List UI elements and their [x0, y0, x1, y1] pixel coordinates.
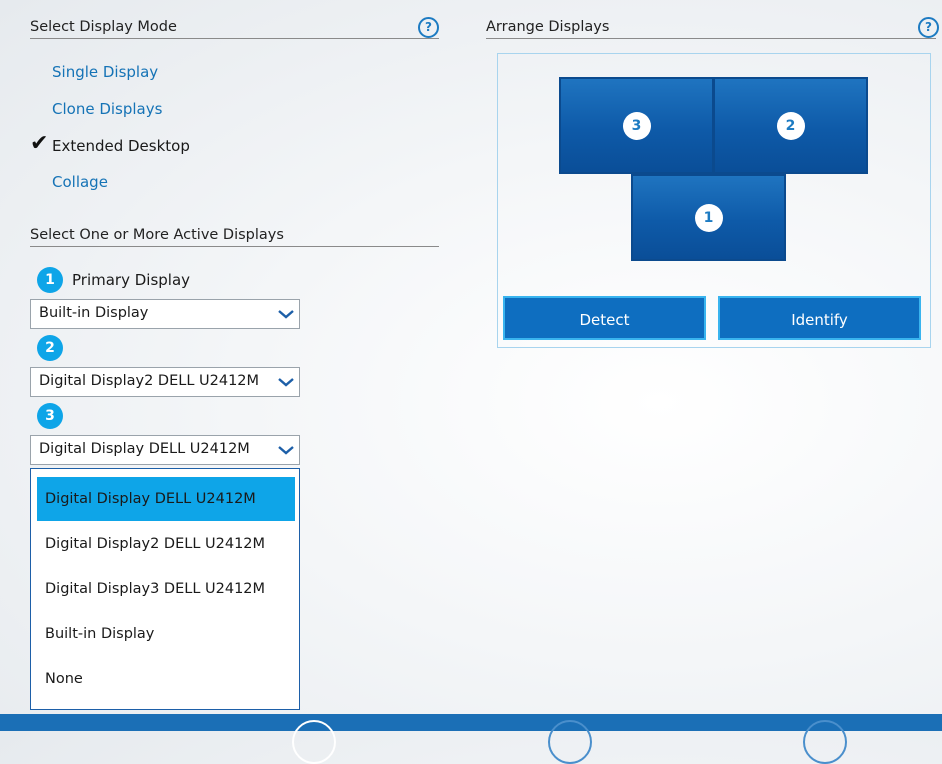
nav-circle-icon[interactable]	[292, 720, 336, 764]
nav-circle-icon[interactable]	[803, 720, 847, 764]
active-displays-title: Select One or More Active Displays	[30, 227, 439, 247]
mode-collage[interactable]: Collage	[52, 173, 108, 191]
mode-extended-desktop[interactable]: Extended Desktop	[52, 137, 190, 155]
display-3-dropdown-list: Digital Display DELL U2412M Digital Disp…	[30, 468, 300, 710]
bottom-navigation-bar	[0, 714, 942, 764]
display-badge-1: 1	[37, 267, 63, 293]
mode-single-display[interactable]: Single Display	[52, 63, 158, 81]
detect-button[interactable]: Detect	[503, 296, 706, 340]
display-2-value: Digital Display2 DELL U2412M	[39, 373, 260, 389]
mode-clone-displays[interactable]: Clone Displays	[52, 100, 162, 118]
monitor-3-number: 3	[622, 111, 651, 140]
arrange-displays-title: Arrange Displays	[486, 19, 936, 39]
chevron-down-icon	[278, 446, 294, 455]
display-2-select[interactable]: Digital Display2 DELL U2412M	[30, 367, 300, 397]
checkmark-icon: ✔	[30, 131, 49, 156]
dropdown-option[interactable]: Digital Display3 DELL U2412M	[37, 567, 295, 611]
display-1-value: Built-in Display	[39, 305, 149, 321]
help-icon[interactable]: ?	[418, 17, 439, 38]
dropdown-option[interactable]: None	[37, 657, 295, 701]
nav-circle-icon[interactable]	[548, 720, 592, 764]
monitor-1-number: 1	[694, 203, 723, 232]
dropdown-option[interactable]: Built-in Display	[37, 612, 295, 656]
monitor-2-number: 2	[776, 111, 805, 140]
display-3-select[interactable]: Digital Display DELL U2412M	[30, 435, 300, 465]
display-badge-3: 3	[37, 403, 63, 429]
display-badge-2: 2	[37, 335, 63, 361]
display-1-select[interactable]: Built-in Display	[30, 299, 300, 329]
chevron-down-icon	[278, 310, 294, 319]
dropdown-option[interactable]: Digital Display2 DELL U2412M	[37, 522, 295, 566]
help-icon[interactable]: ?	[918, 17, 939, 38]
display-3-value: Digital Display DELL U2412M	[39, 441, 250, 457]
identify-button[interactable]: Identify	[718, 296, 921, 340]
monitor-3[interactable]: 3	[559, 77, 714, 174]
display-mode-title: Select Display Mode	[30, 19, 439, 39]
primary-display-label: Primary Display	[72, 271, 191, 289]
chevron-down-icon	[278, 378, 294, 387]
dropdown-option[interactable]: Digital Display DELL U2412M	[37, 477, 295, 521]
monitor-1[interactable]: 1	[631, 174, 786, 261]
monitor-2[interactable]: 2	[713, 77, 868, 174]
